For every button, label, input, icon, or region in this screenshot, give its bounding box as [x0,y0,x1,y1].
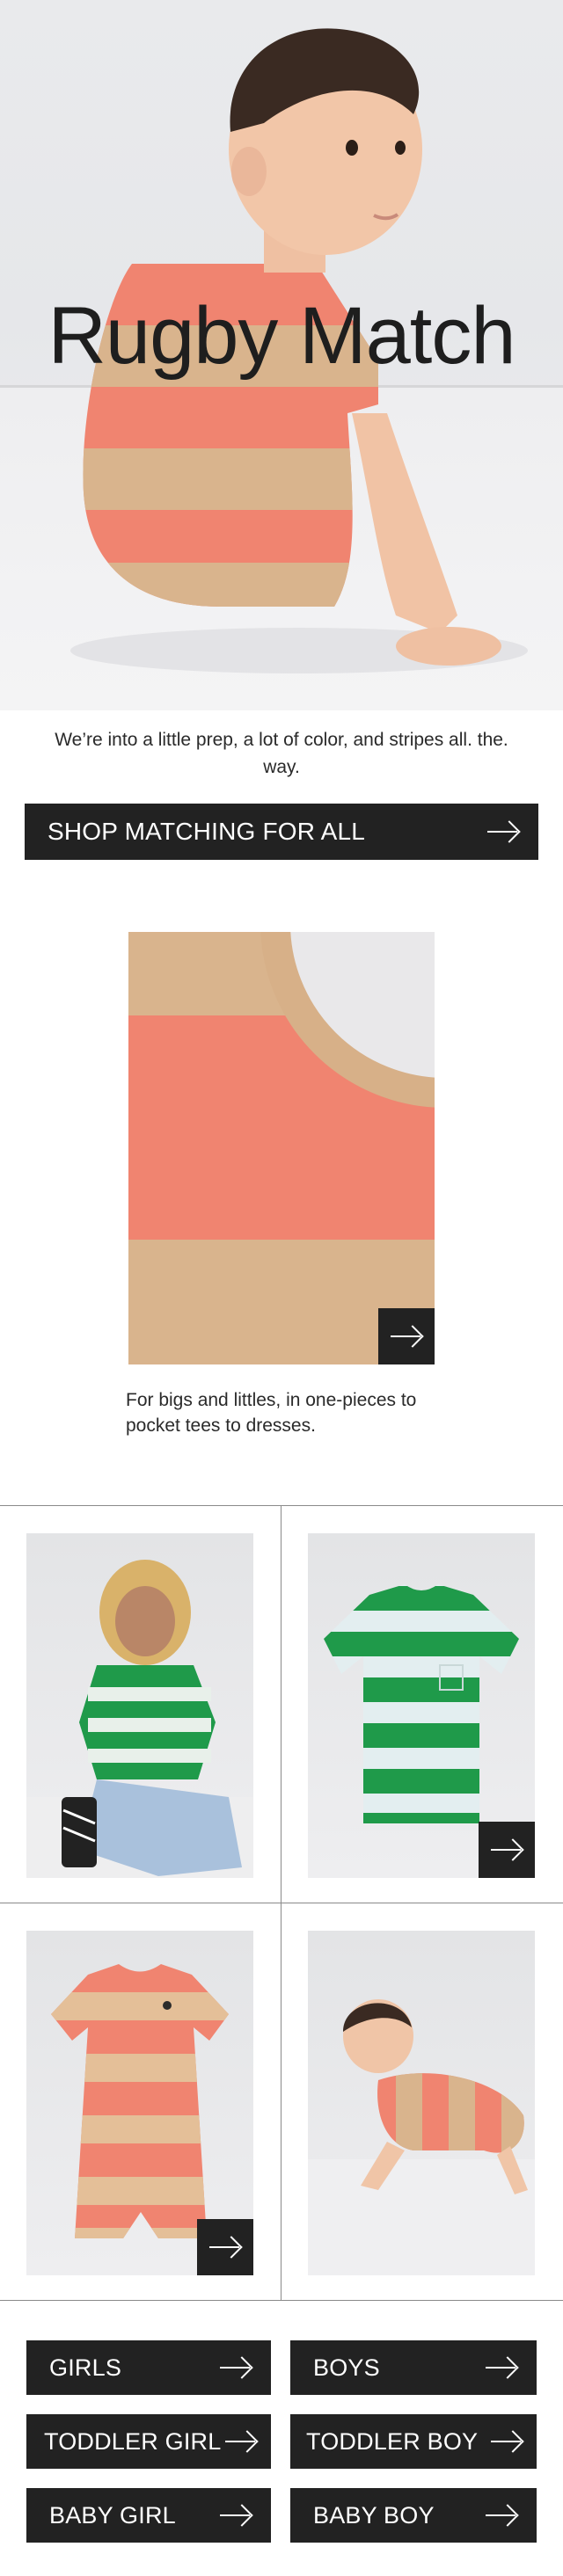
shop-matching-button[interactable]: SHOP MATCHING FOR ALL [25,804,538,860]
romper-arrow-button[interactable] [197,2219,253,2275]
boys-label: BOYS [313,2354,380,2381]
collar-shape [260,932,435,1108]
arrow-right-icon [209,2237,241,2258]
boys-button[interactable]: BOYS [290,2340,537,2395]
product-tile-green-pocket-tee[interactable] [308,1533,535,1878]
detail-arrow-button[interactable] [378,1308,435,1364]
arrow-right-icon [225,2431,257,2452]
product-tile-striped-romper[interactable] [26,1931,253,2275]
intro-text: We’re into a little prep, a lot of color… [55,730,508,777]
girls-button[interactable]: GIRLS [26,2340,271,2395]
detail-caption: For bigs and littles, in one-pieces to p… [126,1390,417,1436]
arrow-right-icon [486,2357,517,2378]
arrow-right-icon [487,821,519,842]
hero-banner[interactable]: Rugby Match [0,0,563,710]
crawling-baby-image [308,1999,535,2275]
green-tee-arrow-button[interactable] [479,1822,535,1878]
fabric-detail-image[interactable] [128,932,435,1364]
product-tile-crawling-baby[interactable] [308,1931,535,2275]
baby-girl-label: BABY GIRL [49,2501,176,2529]
toddler-girl-label: TODDLER GIRL [44,2427,222,2455]
toddler-girl-button[interactable]: TODDLER GIRL [26,2414,271,2469]
toddler-boy-label: TODDLER BOY [306,2427,479,2455]
kid-green-tee-image [26,1560,253,1878]
baby-boy-label: BABY BOY [313,2501,435,2529]
baby-girl-button[interactable]: BABY GIRL [26,2488,271,2543]
hero-title: Rugby Match [48,291,515,381]
product-tile-kid-green-tee[interactable] [26,1533,253,1878]
toddler-boy-button[interactable]: TODDLER BOY [290,2414,537,2469]
baby-boy-button[interactable]: BABY BOY [290,2488,537,2543]
grid-divider-vertical [281,1505,282,2300]
arrow-right-icon [220,2357,252,2378]
shop-matching-label: SHOP MATCHING FOR ALL [48,818,366,845]
girls-label: GIRLS [49,2354,122,2381]
arrow-right-icon [220,2505,252,2526]
arrow-right-icon [491,2431,523,2452]
grid-divider-top [0,1505,563,1506]
arrow-right-icon [491,1839,523,1860]
arrow-right-icon [486,2505,517,2526]
grid-divider-bottom [0,2300,563,2301]
arrow-right-icon [391,1326,422,1347]
